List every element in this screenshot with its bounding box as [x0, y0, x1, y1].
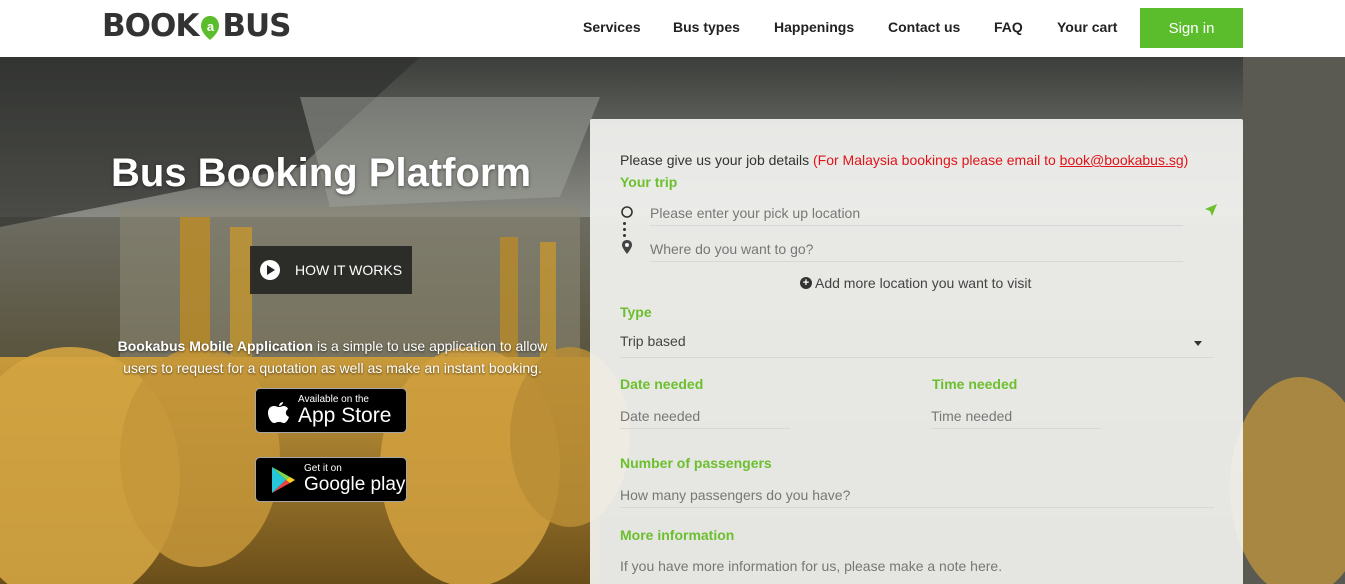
google-play-small-text: Get it on	[304, 462, 342, 474]
passengers-label: Number of passengers	[620, 455, 772, 471]
date-needed-input[interactable]	[620, 404, 790, 429]
logo-bus-mark-icon: a	[201, 16, 220, 40]
pickup-circle-icon	[621, 206, 633, 218]
nav-happenings[interactable]: Happenings	[774, 19, 854, 35]
more-info-textarea[interactable]	[620, 553, 1214, 578]
form-intro-text: Please give us your job details	[620, 152, 813, 168]
site-header: BOOK a BUS Services Bus types Happenings…	[0, 0, 1345, 57]
hero-title: Bus Booking Platform	[111, 151, 532, 195]
how-it-works-button[interactable]: HOW IT WORKS	[250, 246, 412, 294]
nav-services[interactable]: Services	[583, 19, 641, 35]
google-play-big-text: Google play	[304, 473, 406, 495]
more-info-label: More information	[620, 527, 735, 543]
apple-icon	[268, 401, 289, 423]
route-dot-2	[623, 228, 626, 231]
logo-text-book: BOOK	[102, 8, 199, 44]
malaysia-notice: (For Malaysia bookings please email to	[813, 152, 1060, 168]
route-dot-1	[623, 222, 626, 225]
nav-faq[interactable]: FAQ	[994, 19, 1023, 35]
trip-type-value: Trip based	[620, 333, 686, 349]
hero-section: Bus Booking Platform HOW IT WORKS Bookab…	[0, 57, 1345, 584]
nav-contact-us[interactable]: Contact us	[888, 19, 960, 35]
type-label: Type	[620, 304, 652, 320]
sign-in-button[interactable]: Sign in	[1140, 8, 1243, 48]
add-location-button[interactable]: + Add more location you want to visit	[800, 275, 1031, 291]
destination-pin-icon	[622, 240, 632, 254]
nav-bus-types[interactable]: Bus types	[673, 19, 740, 35]
email-link[interactable]: book@bookabus.sg	[1060, 152, 1184, 168]
time-needed-input[interactable]	[931, 404, 1101, 429]
play-icon	[260, 260, 280, 280]
trip-type-select[interactable]: Trip based	[620, 333, 1214, 358]
form-intro: Please give us your job details (For Mal…	[620, 152, 1188, 168]
app-description-bold: Bookabus Mobile Application	[117, 338, 314, 354]
locate-me-icon[interactable]	[1204, 203, 1218, 217]
plus-circle-icon: +	[800, 277, 812, 289]
booking-form-panel: Please give us your job details (For Mal…	[590, 119, 1243, 584]
logo-text-bus: BUS	[222, 8, 291, 44]
google-play-icon	[272, 466, 295, 493]
app-store-button[interactable]: Available on the App Store	[255, 388, 407, 433]
app-description: Bookabus Mobile Application is a simple …	[110, 335, 555, 379]
date-needed-label: Date needed	[620, 376, 704, 392]
route-dot-3	[623, 234, 626, 237]
your-trip-label: Your trip	[620, 174, 678, 190]
nav-your-cart[interactable]: Your cart	[1057, 19, 1117, 35]
passengers-input[interactable]	[620, 483, 1214, 508]
chevron-down-icon	[1194, 341, 1202, 346]
pickup-location-input[interactable]	[650, 201, 1183, 226]
time-needed-label: Time needed	[932, 376, 1018, 392]
bookabus-logo[interactable]: BOOK a BUS	[102, 8, 292, 44]
app-store-big-text: App Store	[298, 403, 392, 427]
add-location-label: Add more location you want to visit	[815, 275, 1032, 291]
how-it-works-label: HOW IT WORKS	[295, 262, 403, 278]
destination-input[interactable]	[650, 237, 1183, 262]
app-store-small-text: Available on the	[298, 393, 369, 405]
google-play-button[interactable]: Get it on Google play	[255, 457, 407, 502]
malaysia-notice-close: )	[1183, 152, 1189, 168]
